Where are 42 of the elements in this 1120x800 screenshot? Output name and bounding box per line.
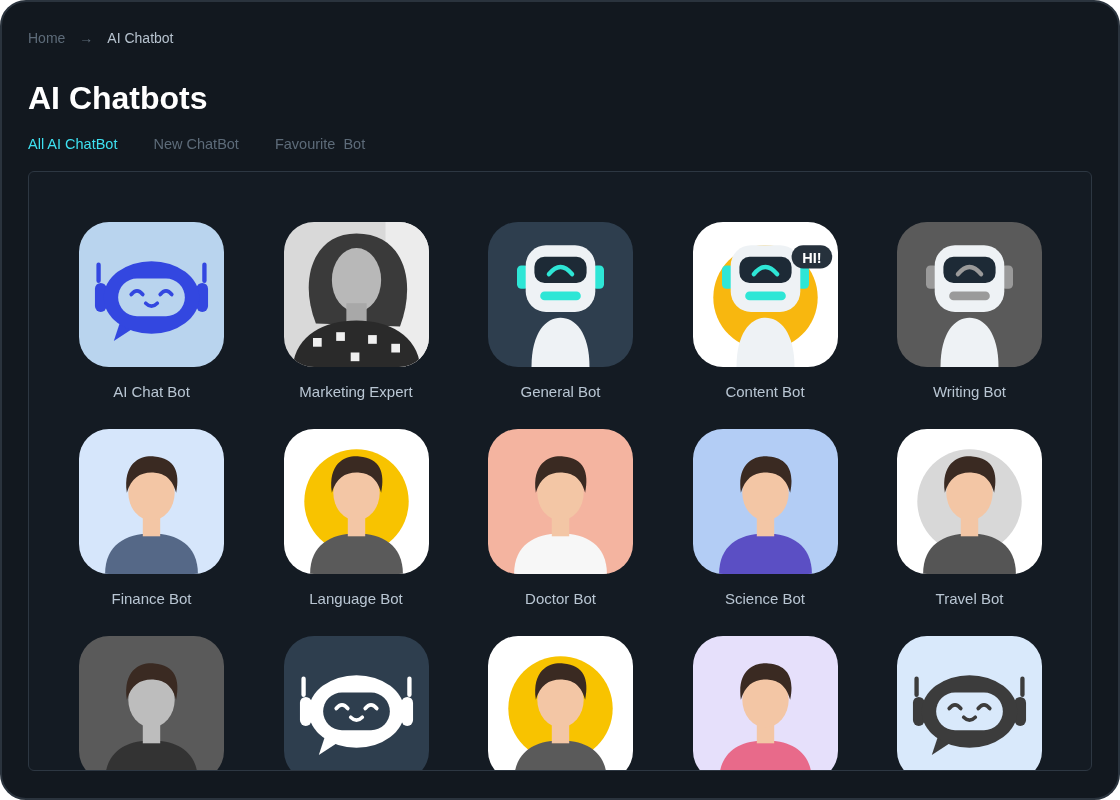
robot-icon	[912, 675, 1027, 755]
bot-name: Doctor Bot	[525, 590, 596, 608]
page-title: AI Chatbots	[28, 79, 209, 118]
bot-name: Finance Bot	[111, 590, 192, 608]
bot-tile[interactable]: HI!	[692, 222, 838, 367]
bot-name: AI Chat Bot	[113, 383, 190, 401]
person-icon	[923, 456, 1016, 574]
person-icon	[309, 456, 403, 574]
breadcrumb-link[interactable]: AI Chatbot	[107, 30, 174, 46]
bot-tile[interactable]	[79, 636, 224, 770]
person-icon	[514, 663, 607, 770]
bot-tile[interactable]	[897, 222, 1042, 367]
bot-name: Travel Bot	[935, 590, 1004, 608]
person-icon	[105, 456, 198, 574]
bot-name: Content Bot	[725, 383, 805, 401]
bot-tile[interactable]	[897, 636, 1042, 770]
robot-icon	[299, 675, 413, 755]
bot-tile[interactable]	[692, 636, 838, 770]
bot-tile[interactable]	[488, 636, 633, 770]
bot-name: Writing Bot	[932, 383, 1007, 401]
person-icon	[105, 663, 198, 770]
bot-tile[interactable]	[488, 429, 633, 574]
speech-bubble: HI!	[791, 245, 832, 269]
person-icon	[718, 456, 812, 574]
bot-tile[interactable]	[692, 429, 838, 574]
bot-tile[interactable]	[283, 636, 429, 770]
person-icon	[514, 456, 607, 574]
bot-tile[interactable]	[283, 429, 429, 574]
robot-icon	[517, 245, 604, 367]
bot-name: Marketing Expert	[299, 383, 413, 401]
bot-tile[interactable]	[79, 222, 224, 367]
tab[interactable]: All AI ChatBot	[28, 136, 118, 152]
bot-tile[interactable]	[488, 222, 633, 367]
bot-tile[interactable]	[897, 429, 1042, 574]
robot-icon	[94, 261, 209, 341]
breadcrumb-arrow: →	[79, 30, 94, 46]
robot-icon	[926, 245, 1013, 367]
bot-name: Science Bot	[724, 590, 805, 608]
bot-tile[interactable]	[79, 429, 224, 574]
bot-name: Language Bot	[309, 590, 403, 608]
bot-name: General Bot	[520, 383, 601, 401]
person-icon	[718, 663, 812, 770]
